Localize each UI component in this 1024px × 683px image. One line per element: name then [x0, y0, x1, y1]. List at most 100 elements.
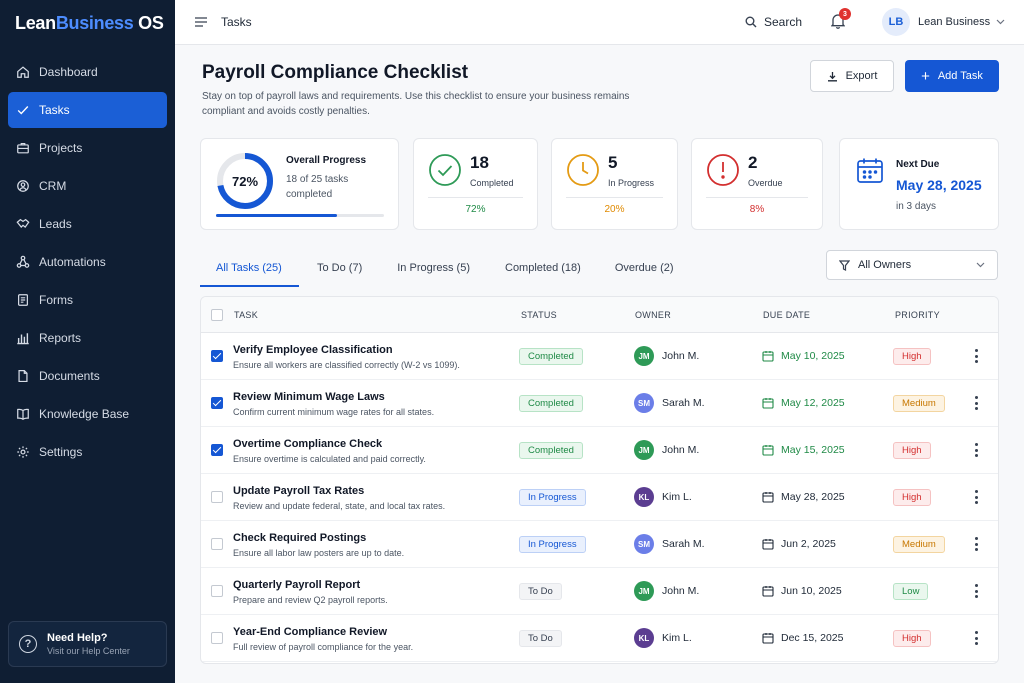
- more-options-icon[interactable]: [971, 490, 981, 504]
- more-options-icon[interactable]: [971, 631, 981, 645]
- sidebar-item-leads[interactable]: Leads: [8, 206, 167, 242]
- calendar-icon: [857, 158, 883, 183]
- sidebar-item-documents[interactable]: Documents: [8, 358, 167, 394]
- task-description: Ensure all labor law posters are up to d…: [233, 548, 405, 558]
- task-description: Full review of payroll compliance for th…: [233, 642, 414, 652]
- sidebar-item-automations[interactable]: Automations: [8, 244, 167, 280]
- more-options-icon[interactable]: [971, 349, 981, 363]
- brand-logo[interactable]: Lean Business OS: [0, 0, 175, 46]
- menu-icon[interactable]: [195, 16, 207, 28]
- task-title[interactable]: Overtime Compliance Check: [233, 438, 382, 450]
- table-row[interactable]: Verify Employee Classification Ensure all…: [201, 333, 998, 380]
- sidebar-item-label: Projects: [39, 141, 83, 155]
- task-title[interactable]: Check Required Postings: [233, 532, 366, 544]
- question-icon: ?: [19, 635, 37, 653]
- in-progress-count: 5: [608, 153, 618, 172]
- table-row[interactable]: Review Minimum Wage Laws Confirm current …: [201, 380, 998, 427]
- help-center-card[interactable]: ? Need Help? Visit our Help Center: [8, 621, 167, 667]
- column-due-date[interactable]: DUE DATE: [763, 310, 810, 320]
- more-options-icon[interactable]: [971, 584, 981, 598]
- user-menu[interactable]: LB Lean Business: [882, 8, 1005, 36]
- sidebar-item-forms[interactable]: Forms: [8, 282, 167, 318]
- sidebar-item-crm[interactable]: CRM: [8, 168, 167, 204]
- sidebar-item-label: Forms: [39, 293, 73, 307]
- search-button[interactable]: Search: [745, 15, 802, 29]
- table-row[interactable]: Update Payroll Tax Rates Review and updat…: [201, 474, 998, 521]
- sidebar-item-reports[interactable]: Reports: [8, 320, 167, 356]
- alert-circle-icon: [707, 154, 739, 186]
- owner-name: John M.: [662, 350, 700, 362]
- status-badge: Completed: [519, 395, 583, 412]
- search-icon: [745, 16, 757, 28]
- download-icon: [827, 71, 837, 81]
- export-button[interactable]: Export: [810, 60, 894, 92]
- table-row[interactable]: Overtime Compliance Check Ensure overtime…: [201, 427, 998, 474]
- more-options-icon[interactable]: [971, 396, 981, 410]
- more-options-icon[interactable]: [971, 443, 981, 457]
- sidebar-item-label: Dashboard: [39, 65, 98, 79]
- tab-overdue[interactable]: Overdue (2): [615, 252, 674, 286]
- in-progress-stat-card: 5 In Progress 20%: [551, 138, 678, 230]
- help-title: Need Help?: [47, 632, 108, 644]
- row-checkbox[interactable]: [211, 538, 223, 550]
- sidebar-item-projects[interactable]: Projects: [8, 130, 167, 166]
- help-subtitle: Visit our Help Center: [47, 646, 130, 656]
- notification-badge: 3: [839, 8, 851, 20]
- table-row[interactable]: Year-End Compliance Review Full review of…: [201, 615, 998, 662]
- row-checkbox[interactable]: [211, 350, 223, 362]
- row-checkbox[interactable]: [211, 585, 223, 597]
- row-checkbox[interactable]: [211, 491, 223, 503]
- tab-in-progress[interactable]: In Progress (5): [397, 252, 470, 286]
- more-options-icon[interactable]: [971, 537, 981, 551]
- tab-to-do[interactable]: To Do (7): [317, 252, 362, 286]
- add-task-button[interactable]: + Add Task: [905, 60, 999, 92]
- row-checkbox[interactable]: [211, 397, 223, 409]
- status-badge: Completed: [519, 348, 583, 365]
- notifications-button[interactable]: 3: [830, 8, 851, 31]
- sidebar-item-label: Reports: [39, 331, 82, 345]
- row-checkbox[interactable]: [211, 632, 223, 644]
- sidebar-item-dashboard[interactable]: Dashboard: [8, 54, 167, 90]
- breadcrumb[interactable]: Tasks: [221, 15, 252, 29]
- column-owner[interactable]: OWNER: [635, 310, 671, 320]
- calendar-icon: [762, 351, 774, 362]
- owner-name: Sarah M.: [662, 538, 705, 550]
- task-title[interactable]: Quarterly Payroll Report: [233, 579, 360, 591]
- owner-name: Kim L.: [662, 491, 692, 503]
- priority-badge: High: [893, 630, 931, 647]
- sidebar-item-tasks[interactable]: Tasks: [8, 92, 167, 128]
- calendar-icon: [762, 398, 774, 409]
- calendar-icon: [762, 445, 774, 456]
- owners-filter-value: All Owners: [858, 259, 912, 271]
- divider: [566, 197, 663, 198]
- owner-name: John M.: [662, 585, 700, 597]
- status-badge: To Do: [519, 630, 562, 647]
- completed-percent: 72%: [465, 204, 486, 215]
- calendar-icon: [762, 492, 774, 503]
- row-checkbox[interactable]: [211, 444, 223, 456]
- column-task[interactable]: TASK: [234, 310, 258, 320]
- column-priority[interactable]: PRIORITY: [895, 310, 940, 320]
- owner-name: John M.: [662, 444, 700, 456]
- next-due-label: Next Due: [896, 159, 940, 170]
- next-due-date: May 28, 2025: [896, 177, 982, 193]
- task-title[interactable]: Year-End Compliance Review: [233, 626, 387, 638]
- due-date: May 12, 2025: [781, 397, 845, 409]
- owners-filter-dropdown[interactable]: All Owners: [826, 250, 998, 280]
- task-title[interactable]: Review Minimum Wage Laws: [233, 391, 385, 403]
- bar-chart-icon: [16, 331, 30, 345]
- sidebar-item-settings[interactable]: Settings: [8, 434, 167, 470]
- table-row[interactable]: Quarterly Payroll Report Prepare and revi…: [201, 568, 998, 615]
- column-status[interactable]: STATUS: [521, 310, 557, 320]
- calendar-icon: [762, 539, 774, 550]
- avatar: JM: [634, 581, 654, 601]
- select-all-checkbox[interactable]: [211, 309, 223, 321]
- task-title[interactable]: Update Payroll Tax Rates: [233, 485, 364, 497]
- tab-completed[interactable]: Completed (18): [505, 252, 581, 286]
- task-title[interactable]: Verify Employee Classification: [233, 344, 393, 356]
- plus-icon: +: [921, 67, 930, 85]
- table-row[interactable]: Check Required Postings Ensure all labor …: [201, 521, 998, 568]
- tab-all-tasks[interactable]: All Tasks (25): [200, 252, 299, 287]
- avatar: KL: [634, 487, 654, 507]
- sidebar-item-knowledge-base[interactable]: Knowledge Base: [8, 396, 167, 432]
